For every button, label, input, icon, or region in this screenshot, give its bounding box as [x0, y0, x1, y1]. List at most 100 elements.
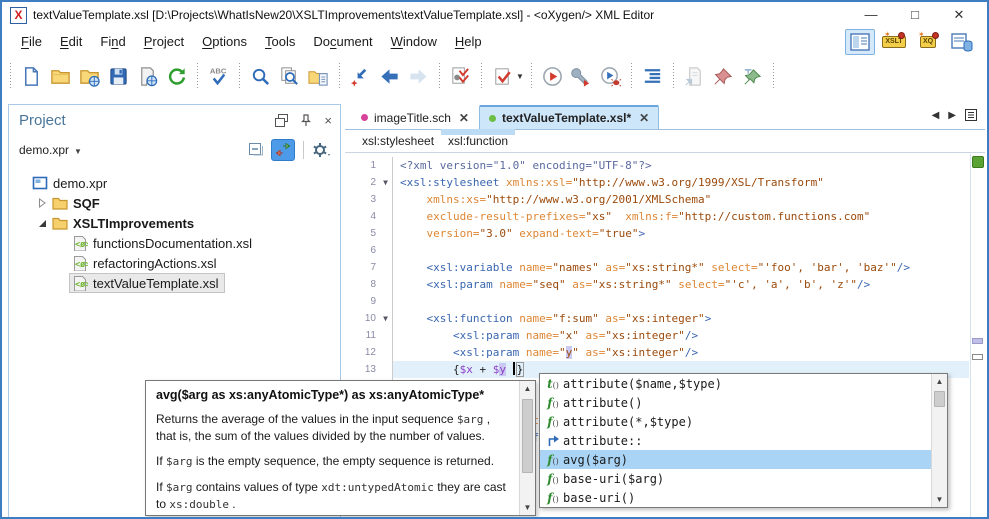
tree-item-refactoringactions-xsl[interactable]: <ø> refactoringActions.xsl: [69, 253, 223, 273]
tooltip-scrollbar[interactable]: ▲ ▼: [519, 381, 535, 515]
pin-panel-icon[interactable]: [300, 113, 312, 127]
extract-selection-button[interactable]: [680, 61, 709, 91]
scrollbar-thumb[interactable]: [522, 399, 533, 473]
menu-tools[interactable]: Tools: [256, 31, 304, 52]
close-tab-icon[interactable]: ✕: [639, 111, 649, 125]
occurrence-marker[interactable]: [972, 338, 983, 344]
scroll-down-icon[interactable]: ▼: [520, 500, 535, 515]
forward-button[interactable]: [404, 61, 433, 91]
tab-textValueTemplate-xsl-[interactable]: textValueTemplate.xsl* ✕: [478, 105, 660, 129]
editor-perspective-button[interactable]: [845, 29, 875, 55]
breadcrumb-xsl-stylesheet[interactable]: xsl:stylesheet: [355, 131, 441, 151]
new-file-button[interactable]: [17, 61, 46, 91]
float-panel-icon[interactable]: [275, 113, 289, 127]
code-line[interactable]: 4 exclude-result-prefixes="xs" xmlns:f="…: [345, 208, 985, 225]
scroll-up-icon[interactable]: ▲: [932, 374, 947, 389]
overview-ruler[interactable]: [970, 154, 985, 517]
collapse-arrow-icon[interactable]: [35, 216, 49, 231]
code-line[interactable]: 1 <?xml version="1.0" encoding="UTF-8"?>: [345, 157, 985, 174]
menu-window[interactable]: Window: [382, 31, 446, 52]
code-line[interactable]: 9: [345, 293, 985, 310]
breadcrumb-xsl-function[interactable]: xsl:function: [441, 129, 516, 151]
scrollbar-thumb[interactable]: [934, 391, 945, 407]
tree-row[interactable]: SQF: [9, 193, 340, 213]
reload-button[interactable]: [162, 61, 191, 91]
menu-options[interactable]: Options: [193, 31, 256, 52]
format-indent-button[interactable]: [638, 61, 667, 91]
next-tab-icon[interactable]: ▶: [948, 110, 956, 121]
completion-item[interactable]: f() attribute(*,$type): [540, 412, 931, 431]
menu-document[interactable]: Document: [304, 31, 381, 52]
completion-item[interactable]: f() attribute(): [540, 393, 931, 412]
menu-project[interactable]: Project: [135, 31, 193, 52]
completion-item[interactable]: t() attribute($name,$type): [540, 374, 931, 393]
save-button[interactable]: [104, 61, 133, 91]
settings-gear-icon[interactable]: [312, 141, 332, 159]
menu-find[interactable]: Find: [91, 31, 134, 52]
completion-item[interactable]: f() base-uri(): [540, 488, 931, 507]
tree-row[interactable]: <ø> refactoringActions.xsl: [9, 253, 340, 273]
pin-green-button[interactable]: [738, 61, 767, 91]
code-line[interactable]: 10 ▼ <xsl:function name="f:sum" as="xs:in…: [345, 310, 985, 327]
link-with-editor-button[interactable]: [271, 139, 295, 161]
code-line[interactable]: 12 <xsl:param name="y" as="xs:integer"/>: [345, 344, 985, 361]
code-line[interactable]: 2 ▼ <xsl:stylesheet xmlns:xsl="http://www.…: [345, 174, 985, 191]
fold-toggle-icon[interactable]: ▼: [379, 174, 392, 191]
completion-item[interactable]: f() avg($arg): [540, 450, 931, 469]
tab-list-icon[interactable]: [965, 109, 977, 121]
configure-transformation-button[interactable]: [567, 61, 596, 91]
apply-transformation-button[interactable]: [538, 61, 567, 91]
scroll-up-icon[interactable]: ▲: [520, 381, 535, 396]
code-line[interactable]: 7 <xsl:variable name="names" as="xs:stri…: [345, 259, 985, 276]
completion-item[interactable]: attribute::: [540, 431, 931, 450]
tab-imageTitle-sch[interactable]: imageTitle.sch ✕: [351, 105, 479, 129]
maximize-button[interactable]: □: [893, 4, 937, 26]
caret-marker[interactable]: [972, 354, 983, 360]
xquery-debugger-perspective-button[interactable]: XQ ✶: [913, 29, 943, 55]
project-selector[interactable]: demo.xpr ▼: [19, 143, 82, 157]
popup-scrollbar[interactable]: ▲ ▼: [931, 374, 947, 507]
tree-item-demo-xpr[interactable]: demo.xpr: [29, 173, 113, 193]
debug-transformation-button[interactable]: [596, 61, 625, 91]
validate-button[interactable]: [488, 61, 517, 91]
menu-help[interactable]: Help: [446, 31, 491, 52]
completion-item[interactable]: f() base-uri($arg): [540, 469, 931, 488]
validate-with-schema-button[interactable]: [446, 61, 475, 91]
tree-item-textvaluetemplate-xsl[interactable]: <ø> textValueTemplate.xsl: [69, 273, 225, 293]
tree-item-functionsdocumentation-xsl[interactable]: <ø> functionsDocumentation.xsl: [69, 233, 258, 253]
minimize-button[interactable]: —: [849, 4, 893, 26]
close-panel-icon[interactable]: ×: [324, 114, 332, 127]
code-line[interactable]: 3 xmlns:xs="http://www.w3.org/2001/XMLSc…: [345, 191, 985, 208]
open-folder-button[interactable]: [46, 61, 75, 91]
back-button[interactable]: [375, 61, 404, 91]
tree-row[interactable]: <ø> textValueTemplate.xsl: [9, 273, 340, 293]
expand-arrow-icon[interactable]: [35, 196, 49, 211]
pin-red-button[interactable]: [709, 61, 738, 91]
scroll-down-icon[interactable]: ▼: [932, 492, 947, 507]
tree-item-sqf[interactable]: SQF: [49, 193, 106, 213]
check-spelling-button[interactable]: ABC: [204, 61, 233, 91]
database-perspective-button[interactable]: [947, 29, 977, 55]
code-line[interactable]: 5 version="3.0" expand-text="true">: [345, 225, 985, 242]
tree-row[interactable]: <ø> functionsDocumentation.xsl: [9, 233, 340, 253]
close-tab-icon[interactable]: ✕: [459, 111, 469, 125]
validation-status-icon[interactable]: [972, 156, 984, 168]
collapse-all-icon[interactable]: [247, 141, 265, 159]
code-line[interactable]: 8 <xsl:param name="seq" as="xs:string*" …: [345, 276, 985, 293]
close-button[interactable]: ✕: [937, 4, 981, 26]
xslt-debugger-perspective-button[interactable]: XSLT ✶: [879, 29, 909, 55]
open-url-button[interactable]: [75, 61, 104, 91]
tree-item-xsltimprovements[interactable]: XSLTImprovements: [49, 213, 200, 233]
menu-edit[interactable]: Edit: [51, 31, 91, 52]
fold-toggle-icon[interactable]: ▼: [379, 310, 392, 327]
tree-row[interactable]: XSLTImprovements: [9, 213, 340, 233]
find-resource-button[interactable]: [304, 61, 333, 91]
prev-tab-icon[interactable]: ◀: [932, 110, 940, 121]
code-line[interactable]: 6: [345, 242, 985, 259]
find-replace-in-files-button[interactable]: [275, 61, 304, 91]
search-button[interactable]: [246, 61, 275, 91]
save-to-url-button[interactable]: [133, 61, 162, 91]
last-edit-location-button[interactable]: [346, 61, 375, 91]
tree-row[interactable]: demo.xpr: [9, 173, 340, 193]
menu-file[interactable]: File: [12, 31, 51, 52]
